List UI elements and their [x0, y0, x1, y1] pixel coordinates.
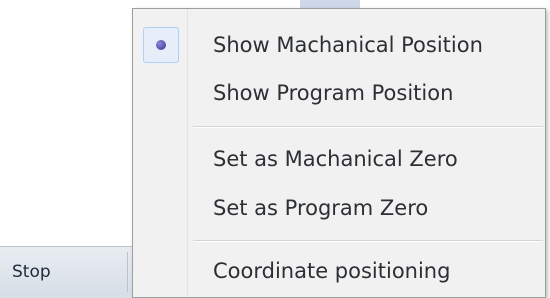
menu-item-set-mechanical-zero[interactable]: Set as Machanical Zero	[133, 137, 545, 181]
status-stop-cell[interactable]: Stop	[0, 252, 128, 292]
menu-item-label: Set as Program Zero	[213, 196, 429, 220]
menu-item-set-program-zero[interactable]: Set as Program Zero	[133, 186, 545, 230]
stop-label: Stop	[12, 262, 51, 282]
coordinate-context-menu: Show Machanical Position Show Program Po…	[132, 8, 546, 298]
menu-item-show-program-position[interactable]: Show Program Position	[133, 71, 545, 115]
menu-item-label: Set as Machanical Zero	[213, 147, 458, 171]
menu-item-label: Coordinate positioning	[213, 259, 451, 283]
radio-selected-icon	[156, 40, 166, 50]
app-window: Stop Show Machanical Position Show Progr…	[0, 0, 550, 298]
menu-item-show-mechanical-position[interactable]: Show Machanical Position	[133, 23, 545, 67]
menu-separator	[193, 240, 543, 242]
menu-separator	[193, 126, 543, 128]
menu-item-coordinate-positioning[interactable]: Coordinate positioning	[133, 249, 545, 293]
menu-item-label: Show Machanical Position	[213, 33, 483, 57]
menu-item-label: Show Program Position	[213, 81, 454, 105]
selected-highlight	[143, 27, 179, 63]
